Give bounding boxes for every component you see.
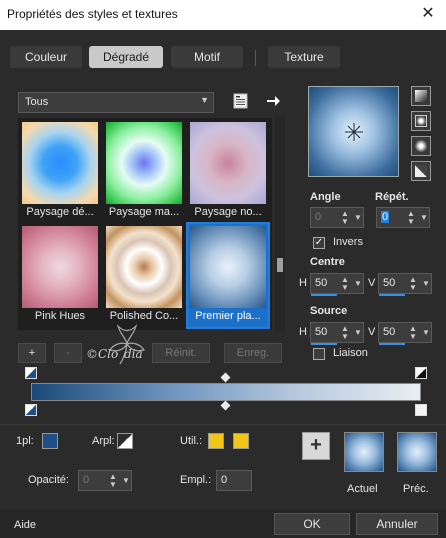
gradient-preview[interactable] — [308, 86, 399, 177]
style-linear-button[interactable] — [411, 86, 431, 106]
source-v-label: V — [368, 326, 376, 338]
tab-separator — [255, 50, 256, 66]
cancel-button[interactable]: Annuler — [356, 513, 438, 535]
svg-text:dia: dia — [124, 347, 143, 361]
current-label: Actuel — [347, 483, 378, 495]
gradient-label: Paysage no... — [194, 206, 262, 218]
stop-marker-bottom-right[interactable] — [415, 404, 427, 416]
center-h-input[interactable]: 50 ▲ ▼ ▼ — [310, 273, 364, 296]
link-checkbox[interactable] — [313, 348, 325, 360]
angle-label: Angle — [310, 191, 341, 203]
category-value: Tous — [25, 96, 49, 108]
category-dropdown[interactable]: Tous ▼ — [18, 92, 214, 113]
invert-label: Invers — [333, 236, 363, 248]
util-color-swatch-1[interactable] — [208, 433, 224, 449]
gradient-editor-bar[interactable] — [31, 383, 421, 401]
sunburst-style-icon — [415, 165, 427, 177]
gradient-thumb[interactable]: Polished Co... — [104, 224, 184, 327]
repeat-input[interactable]: 0 ▲ ▼ ▼ — [376, 207, 430, 228]
util-label: Util.: — [180, 435, 202, 447]
style-sunburst-button[interactable] — [411, 161, 431, 181]
pl-color-swatch[interactable] — [42, 433, 58, 449]
gradient-thumb[interactable]: Paysage no... — [188, 120, 268, 223]
ok-button[interactable]: OK — [274, 513, 350, 535]
section-divider — [0, 424, 446, 425]
radial-style-icon — [415, 140, 427, 152]
tab-motif[interactable]: Motif — [171, 46, 243, 68]
gradient-thumb[interactable]: Paysage dé... — [20, 120, 100, 223]
stop-marker-bottom-left[interactable] — [25, 404, 37, 416]
util-color-swatch-2[interactable] — [233, 433, 249, 449]
midpoint-diamond-bottom[interactable] — [220, 400, 231, 411]
style-rectangular-button[interactable] — [411, 111, 431, 131]
linear-style-icon — [415, 90, 427, 102]
center-crosshair-icon — [345, 123, 363, 141]
pl-label: 1pl: — [16, 435, 34, 447]
gradient-gallery: Paysage dé... Paysage ma... Paysage no..… — [18, 118, 272, 330]
tab-degrade[interactable]: Dégradé — [89, 46, 163, 68]
arrow-right-icon[interactable] — [264, 92, 284, 112]
invert-checkbox[interactable]: ✓ — [313, 237, 325, 249]
center-label: Centre — [310, 256, 345, 268]
arpl-color-swatch[interactable] — [117, 433, 133, 449]
library-icon[interactable] — [232, 92, 252, 112]
tab-couleur[interactable]: Couleur — [10, 46, 82, 68]
stop-marker-top-left[interactable] — [25, 367, 37, 379]
center-h-label: H — [299, 277, 307, 289]
add-stop-button[interactable]: + — [18, 343, 46, 363]
arpl-label: Arpl: — [92, 435, 115, 447]
add-swatch-button[interactable]: + — [302, 432, 330, 460]
close-icon[interactable]: ✕ — [418, 4, 438, 24]
watermark-logo: ©Clo dia — [86, 324, 145, 365]
source-v-input[interactable]: 50 ▲ ▼ ▼ — [378, 322, 432, 345]
location-input[interactable]: 0 — [216, 470, 252, 491]
gradient-label: Pink Hues — [34, 310, 86, 322]
repeat-label: Répét. — [375, 191, 409, 203]
link-label: Liaison — [333, 347, 368, 359]
rectangular-style-icon — [415, 115, 427, 127]
stop-marker-top-right[interactable] — [415, 367, 427, 379]
window-title: Propriétés des styles et textures — [7, 7, 178, 21]
tab-bar: Couleur Dégradé Motif Texture — [0, 30, 446, 78]
source-label: Source — [310, 305, 348, 317]
center-v-label: V — [368, 277, 376, 289]
tab-texture[interactable]: Texture — [268, 46, 340, 68]
title-bar: Propriétés des styles et textures ✕ — [0, 0, 446, 30]
angle-input[interactable]: 0 ▲ ▼ ▼ — [310, 207, 364, 228]
previous-label: Préc. — [403, 483, 429, 495]
gradient-thumb-selected[interactable]: Premier pla... — [186, 222, 270, 329]
chevron-down-icon: ▼ — [200, 95, 209, 105]
help-link[interactable]: Aide — [14, 519, 36, 531]
style-radial-button[interactable] — [411, 136, 431, 156]
gallery-scrollbar[interactable] — [275, 118, 285, 330]
center-v-input[interactable]: 50 ▲ ▼ ▼ — [378, 273, 432, 296]
location-label: Empl.: — [180, 474, 212, 486]
source-h-label: H — [299, 326, 307, 338]
opacity-label: Opacité: — [28, 474, 69, 486]
midpoint-diamond-top[interactable] — [220, 372, 231, 383]
gradient-thumb[interactable]: Pink Hues — [20, 224, 100, 327]
gradient-label: Paysage dé... — [26, 206, 94, 218]
gradient-label: Polished Co... — [109, 310, 179, 322]
current-gradient-swatch[interactable] — [344, 432, 384, 472]
source-h-input[interactable]: 50 ▲ ▼ ▼ — [310, 322, 364, 345]
previous-gradient-swatch[interactable] — [397, 432, 437, 472]
scrollbar-thumb[interactable] — [277, 258, 283, 272]
gradient-label: Premier pla... — [195, 310, 261, 322]
svg-text:©Clo: ©Clo — [86, 347, 118, 361]
gradient-label: Paysage ma... — [108, 206, 180, 218]
gradient-thumb[interactable]: Paysage ma... — [104, 120, 184, 223]
opacity-input[interactable]: 0 ▲ ▼ ▼ — [78, 470, 132, 491]
save-gradient-button[interactable]: Enreg. — [224, 343, 282, 363]
